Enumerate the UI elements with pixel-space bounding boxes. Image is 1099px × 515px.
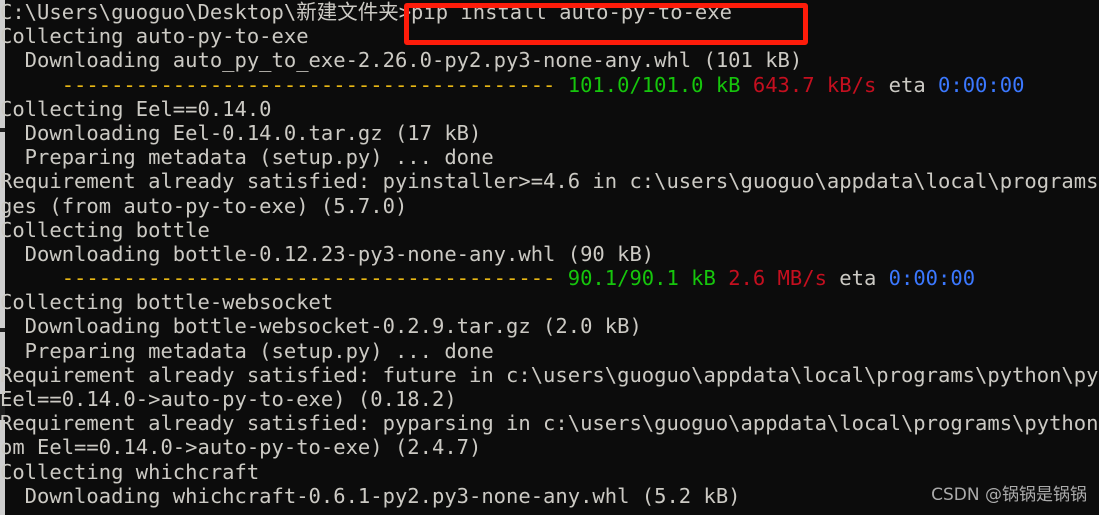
line-collecting-eel-seg-0: Collecting Eel==0.14.0 bbox=[0, 96, 272, 121]
line-progress-1-seg-2 bbox=[741, 73, 753, 97]
line-preparing-metadata-bottle-websocket-seg-0: Preparing metadata (setup.py) ... done bbox=[0, 338, 494, 363]
line-collecting-auto-py-to-exe-seg-0: Collecting auto-py-to-exe bbox=[0, 24, 309, 49]
line-preparing-metadata-eel-seg-0: Preparing metadata (setup.py) ... done bbox=[0, 145, 494, 170]
line-downloading-eel-seg-0: Downloading Eel-0.14.0.tar.gz (17 kB) bbox=[0, 120, 482, 145]
line-collecting-bottle-websocket-seg-0: Collecting bottle-websocket bbox=[0, 290, 334, 315]
line-req-pyinstaller-cont: ges (from auto-py-to-exe) (5.7.0) bbox=[0, 194, 1099, 218]
line-req-pyinstaller-seg-0: Requirement already satisfied: pyinstall… bbox=[0, 169, 1099, 194]
line-collecting-bottle-websocket: Collecting bottle-websocket bbox=[0, 290, 1099, 314]
line-req-pyparsing: Requirement already satisfied: pyparsing… bbox=[0, 411, 1099, 435]
line-req-pyparsing-cont: om Eel==0.14.0->auto-py-to-exe) (2.4.7) bbox=[0, 435, 1099, 459]
line-req-future-cont-seg-0: Eel==0.14.0->auto-py-to-exe) (0.18.2) bbox=[0, 387, 457, 411]
line-progress-2-seg-2 bbox=[716, 266, 728, 290]
line-downloading-auto-py-to-exe: Downloading auto_py_to_exe-2.26.0-py2.py… bbox=[0, 48, 1099, 72]
line-req-pyparsing-seg-0: Requirement already satisfied: pyparsing… bbox=[0, 411, 1099, 436]
line-downloading-bottle: Downloading bottle-0.12.23-py3-none-any.… bbox=[0, 242, 1099, 266]
line-prompt-seg-0: C:\Users\guoguo\Desktop\新建文件夹>pip instal… bbox=[0, 0, 732, 24]
command-prompt-window[interactable]: C:\Users\guoguo\Desktop\新建文件夹>pip instal… bbox=[0, 0, 1099, 515]
line-progress-2-seg-0: ---------------------------------------- bbox=[0, 266, 568, 291]
line-progress-1-seg-3: 643.7 kB/s bbox=[752, 72, 877, 97]
line-progress-1-seg-4: eta bbox=[876, 72, 939, 97]
line-preparing-metadata-bottle-websocket: Preparing metadata (setup.py) ... done bbox=[0, 339, 1099, 363]
line-downloading-bottle-websocket: Downloading bottle-websocket-0.2.9.tar.g… bbox=[0, 314, 1099, 338]
line-collecting-bottle: Collecting bottle bbox=[0, 218, 1099, 242]
line-progress-1-seg-5: 0:00:00 bbox=[938, 72, 1025, 97]
line-preparing-metadata-eel: Preparing metadata (setup.py) ... done bbox=[0, 145, 1099, 169]
line-collecting-eel: Collecting Eel==0.14.0 bbox=[0, 97, 1099, 121]
line-prompt: C:\Users\guoguo\Desktop\新建文件夹>pip instal… bbox=[0, 0, 1099, 24]
line-downloading-eel: Downloading Eel-0.14.0.tar.gz (17 kB) bbox=[0, 121, 1099, 145]
line-progress-2-seg-1: 90.1/90.1 kB bbox=[567, 266, 716, 291]
line-req-future-cont: Eel==0.14.0->auto-py-to-exe) (0.18.2) bbox=[0, 387, 1099, 411]
line-req-future: Requirement already satisfied: future in… bbox=[0, 363, 1099, 387]
line-req-pyinstaller-cont-seg-0: ges (from auto-py-to-exe) (5.7.0) bbox=[0, 193, 408, 218]
line-progress-1-seg-0: ---------------------------------------- bbox=[0, 72, 568, 97]
line-downloading-auto-py-to-exe-seg-0: Downloading auto_py_to_exe-2.26.0-py2.py… bbox=[0, 48, 803, 73]
line-req-pyinstaller: Requirement already satisfied: pyinstall… bbox=[0, 169, 1099, 193]
line-downloading-bottle-websocket-seg-0: Downloading bottle-websocket-0.2.9.tar.g… bbox=[0, 314, 642, 339]
line-collecting-whichcraft-seg-0: Collecting whichcraft bbox=[0, 459, 260, 484]
line-progress-2-seg-5: 0:00:00 bbox=[888, 266, 976, 291]
line-req-future-seg-0: Requirement already satisfied: future in… bbox=[0, 362, 1099, 387]
line-progress-1-seg-1: 101.0/101.0 kB bbox=[567, 72, 741, 97]
line-progress-2: ----------------------------------------… bbox=[0, 266, 1099, 290]
line-downloading-bottle-seg-0: Downloading bottle-0.12.23-py3-none-any.… bbox=[0, 241, 655, 266]
line-progress-2-seg-3: 2.6 MB/s bbox=[728, 266, 827, 291]
line-downloading-whichcraft-seg-0: Downloading whichcraft-0.6.1-py2.py3-non… bbox=[0, 483, 741, 508]
line-collecting-bottle-seg-0: Collecting bottle bbox=[0, 217, 210, 242]
line-progress-1: ----------------------------------------… bbox=[0, 73, 1099, 97]
console-output[interactable]: C:\Users\guoguo\Desktop\新建文件夹>pip instal… bbox=[0, 0, 1099, 508]
line-collecting-auto-py-to-exe: Collecting auto-py-to-exe bbox=[0, 24, 1099, 48]
line-progress-2-seg-4: eta bbox=[826, 266, 889, 291]
line-req-pyparsing-cont-seg-0: om Eel==0.14.0->auto-py-to-exe) (2.4.7) bbox=[0, 435, 482, 460]
csdn-watermark: CSDN @锅锅是锅锅 bbox=[931, 485, 1087, 505]
